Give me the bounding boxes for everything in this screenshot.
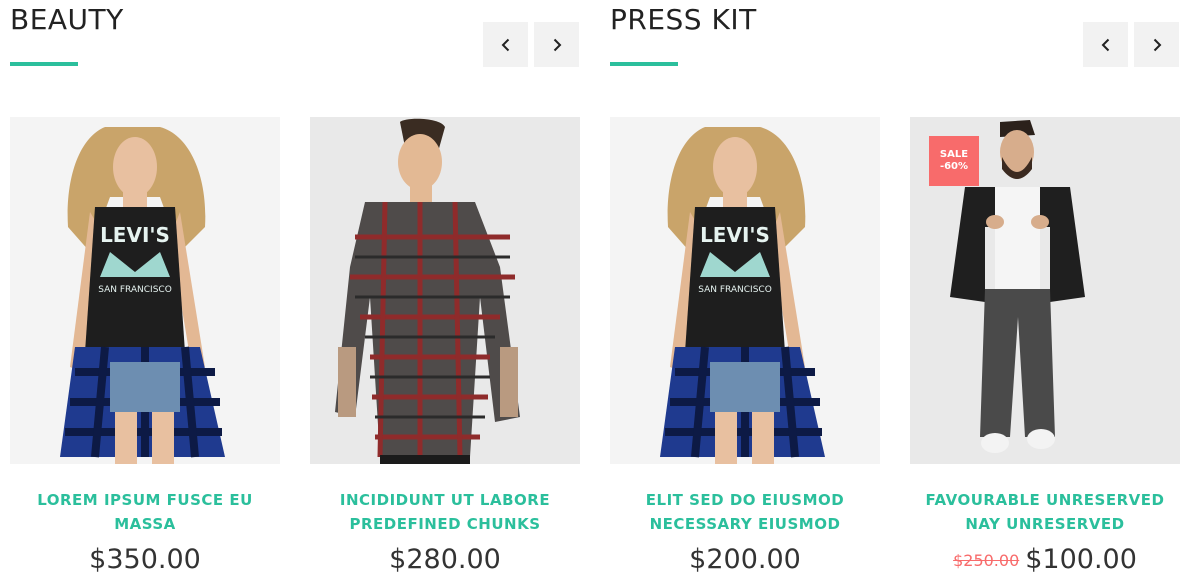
- old-price: $250.00: [953, 550, 1020, 570]
- svg-text:SAN FRANCISCO: SAN FRANCISCO: [98, 285, 172, 295]
- sale-badge-discount: -60%: [939, 161, 969, 172]
- product-name[interactable]: INCIDIDUNT UT LABORE PREDEFINED CHUNKS: [310, 488, 580, 536]
- svg-text:LEVI'S: LEVI'S: [700, 223, 770, 247]
- product-photo-man-plaid: [335, 118, 520, 464]
- product-card[interactable]: LEVI'S SAN FRANCISCO LOREM IPSUM FUSCE E…: [10, 117, 280, 576]
- chevron-right-icon: [553, 38, 561, 51]
- section-beauty: BEAUTY LEVI'S SAN FRANCISCO LOREM IPSUM …: [10, 0, 580, 587]
- product-price: $100.00: [1025, 544, 1137, 575]
- product-photo-woman: LEVI'S SAN FRANCISCO: [660, 127, 825, 464]
- product-name[interactable]: FAVOURABLE UNRESERVED NAY UNRESERVED: [910, 488, 1180, 536]
- sale-badge-label: SALE: [939, 149, 969, 160]
- chevron-left-icon: [501, 38, 509, 51]
- product-image[interactable]: LEVI'S SAN FRANCISCO: [610, 117, 880, 464]
- product-photo-woman: LEVI'S SAN FRANCISCO: [60, 127, 225, 464]
- title-underline: [10, 62, 78, 66]
- section-title: BEAUTY: [10, 3, 124, 36]
- chevron-left-icon: [1101, 38, 1109, 51]
- section-title: PRESS KIT: [610, 3, 757, 36]
- svg-text:LEVI'S: LEVI'S: [100, 223, 170, 247]
- carousel-prev-button[interactable]: [483, 22, 528, 67]
- product-price: $280.00: [389, 544, 501, 575]
- product-card[interactable]: SALE -60% FAVOURABLE UNRESERVED NAY UNRE…: [910, 117, 1180, 577]
- sale-badge: SALE -60%: [929, 136, 979, 186]
- title-underline: [610, 62, 678, 66]
- svg-text:SAN FRANCISCO: SAN FRANCISCO: [698, 285, 772, 295]
- product-card[interactable]: INCIDIDUNT UT LABORE PREDEFINED CHUNKS $…: [310, 117, 580, 576]
- chevron-right-icon: [1153, 38, 1161, 51]
- product-name[interactable]: LOREM IPSUM FUSCE EU MASSA: [10, 488, 280, 536]
- carousel-prev-button[interactable]: [1083, 22, 1128, 67]
- product-price: $350.00: [89, 544, 201, 575]
- product-price-group: $250.00 $100.00: [910, 544, 1180, 577]
- product-price: $200.00: [689, 544, 801, 575]
- product-card[interactable]: LEVI'S SAN FRANCISCO ELIT SED DO EIUSMOD…: [610, 117, 880, 576]
- product-image[interactable]: LEVI'S SAN FRANCISCO: [10, 117, 280, 464]
- product-image[interactable]: SALE -60%: [910, 117, 1180, 464]
- section-press-kit: PRESS KIT LEVI'S SAN FRANCISCO ELIT SED …: [610, 0, 1180, 587]
- carousel-next-button[interactable]: [534, 22, 579, 67]
- carousel-next-button[interactable]: [1134, 22, 1179, 67]
- product-name[interactable]: ELIT SED DO EIUSMOD NECESSARY EIUSMOD: [610, 488, 880, 536]
- product-image[interactable]: [310, 117, 580, 464]
